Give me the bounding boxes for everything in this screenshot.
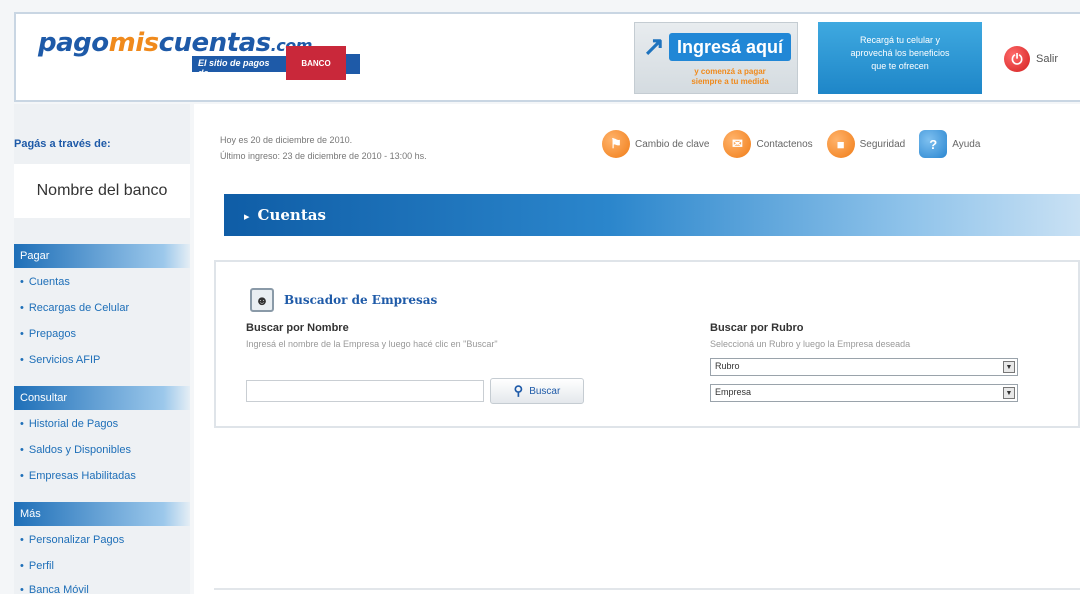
sidebar-section-consultar: Consultar — [14, 386, 190, 410]
change-key-link[interactable]: ⚑ Cambio de clave — [602, 130, 709, 158]
lock-icon: ■ — [826, 130, 855, 158]
logout-label: Salir — [1036, 53, 1059, 65]
bank-name: Nombre del banco — [14, 164, 190, 218]
logo-tagline: El sitio de pagos de — [192, 56, 288, 78]
toolbar: ⚑ Cambio de clave ✉ Contactenos ■ Seguri… — [602, 130, 980, 158]
search-by-name-help: Ingresá el nombre de la Empresa y luego … — [246, 339, 498, 349]
logout-button[interactable]: ⏻ Salir — [1004, 46, 1058, 72]
main-content: Hoy es 20 de diciembre de 2010. Último i… — [194, 104, 1080, 594]
sidebar-item-banca-movil[interactable]: Banca Móvil — [20, 584, 89, 594]
user-card-icon: ☻ — [250, 288, 274, 312]
company-search-panel: ☻ Buscador de Empresas Buscar por Nombre… — [214, 260, 1080, 428]
pay-via-label: Pagás a través de: — [14, 138, 111, 150]
sidebar-section-mas: Más — [14, 502, 190, 526]
register-banner-subtext: y comenzá a pagar siempre a tu medida — [691, 67, 769, 86]
bank-logo: BANCO — [286, 46, 346, 80]
logo-part-cuentas: cuentas — [158, 28, 272, 58]
sidebar-section-pagar: Pagar — [14, 244, 190, 268]
panel-header: ☻ Buscador de Empresas — [250, 288, 437, 312]
power-icon: ⏻ — [1004, 46, 1030, 72]
security-label: Seguridad — [859, 138, 906, 150]
sidebar-item-recargas[interactable]: Recargas de Celular — [20, 302, 129, 314]
help-link[interactable]: ? Ayuda — [919, 130, 980, 158]
register-button[interactable]: Ingresá aquí — [669, 33, 791, 61]
search-button[interactable]: ⚲ Buscar — [490, 378, 584, 404]
logo-decoration — [346, 54, 360, 74]
site-logo[interactable]: pagomiscuentas.com — [38, 28, 312, 58]
help-label: Ayuda — [952, 138, 981, 150]
help-icon: ? — [919, 130, 948, 158]
change-key-label: Cambio de clave — [635, 138, 710, 150]
page-title: Cuentas — [224, 194, 1080, 236]
company-name-input[interactable] — [246, 380, 484, 402]
search-by-category-help: Seleccioná un Rubro y luego la Empresa d… — [710, 339, 911, 349]
contacts-label: Contactenos — [756, 138, 813, 150]
sidebar: Pagás a través de: Nombre del banco Paga… — [14, 104, 190, 594]
security-link[interactable]: ■ Seguridad — [826, 130, 906, 158]
sidebar-item-afip[interactable]: Servicios AFIP — [20, 354, 101, 366]
last-login: Último ingreso: 23 de diciembre de 2010 … — [220, 151, 427, 161]
logo-part-pago: pago — [38, 28, 109, 58]
company-select-value: Empresa — [715, 387, 752, 397]
search-by-name-label: Buscar por Nombre — [246, 322, 349, 334]
today-date: Hoy es 20 de diciembre de 2010. — [220, 135, 353, 145]
panel-title: Buscador de Empresas — [284, 293, 438, 307]
register-banner[interactable]: ↗ Ingresá aquí y comenzá a pagar siempre… — [634, 22, 798, 94]
chevron-down-icon: ▼ — [1003, 387, 1015, 399]
search-button-label: Buscar — [529, 385, 561, 397]
sidebar-item-saldos[interactable]: Saldos y Disponibles — [20, 444, 131, 456]
header: pagomiscuentas.com El sitio de pagos de … — [14, 12, 1080, 102]
sidebar-item-historial[interactable]: Historial de Pagos — [20, 418, 118, 430]
page: pagomiscuentas.com El sitio de pagos de … — [0, 0, 1080, 594]
logo-part-mis: mis — [108, 28, 159, 58]
chevron-down-icon: ▼ — [1003, 361, 1015, 373]
sidebar-item-prepagos[interactable]: Prepagos — [20, 328, 76, 340]
sidebar-item-empresas[interactable]: Empresas Habilitadas — [20, 470, 136, 482]
arrow-icon: ↗ — [643, 31, 665, 61]
key-icon: ⚑ — [602, 130, 630, 158]
search-by-category-label: Buscar por Rubro — [710, 322, 804, 334]
company-select[interactable]: Empresa ▼ — [710, 384, 1018, 402]
date-info: Hoy es 20 de diciembre de 2010. Último i… — [220, 132, 427, 164]
category-select-value: Rubro — [715, 361, 740, 371]
category-select[interactable]: Rubro ▼ — [710, 358, 1018, 376]
sidebar-item-personalizar[interactable]: Personalizar Pagos — [20, 534, 124, 546]
mail-icon: ✉ — [723, 130, 752, 158]
contacts-link[interactable]: ✉ Contactenos — [723, 130, 813, 158]
sidebar-item-perfil[interactable]: Perfil — [20, 560, 54, 572]
sidebar-item-cuentas[interactable]: Cuentas — [20, 276, 70, 288]
divider — [214, 588, 1080, 590]
recharge-banner[interactable]: Recargá tu celular y aprovechá los benef… — [818, 22, 982, 94]
search-icon: ⚲ — [513, 383, 524, 398]
